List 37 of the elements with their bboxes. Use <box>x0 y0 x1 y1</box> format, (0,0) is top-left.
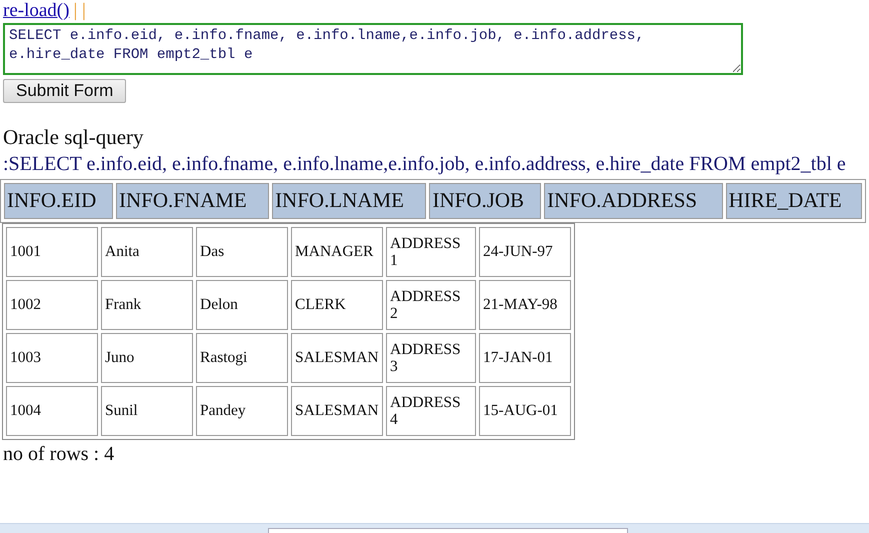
column-header: INFO.JOB <box>429 183 542 219</box>
table-cell: 15-AUG-01 <box>479 386 571 436</box>
column-header: INFO.ADDRESS <box>544 183 723 219</box>
column-header: INFO.LNAME <box>272 183 426 219</box>
table-cell: 1004 <box>6 386 98 436</box>
table-cell: SALESMAN <box>291 332 383 383</box>
table-cell: Delon <box>196 280 288 330</box>
column-header: INFO.FNAME <box>116 183 270 219</box>
table-cell: 17-JAN-01 <box>479 332 571 383</box>
table-cell: ADDRESS 1 <box>386 226 476 277</box>
reload-link[interactable]: re-load() <box>3 0 70 21</box>
table-cell: Sunil <box>101 386 193 436</box>
column-header: INFO.EID <box>4 183 113 219</box>
table-cell: ADDRESS 3 <box>386 332 476 383</box>
query-box[interactable]: SELECT e.info.eid, e.info.fname, e.info.lname,e.info.job, e.info.address, e.hire_date FROM empt2_tbl e <box>3 22 743 75</box>
table-cell: 1002 <box>6 280 98 330</box>
separator-text: | | <box>73 0 86 21</box>
table-cell: Frank <box>101 280 193 330</box>
table-cell: Pandey <box>196 386 288 436</box>
table-cell: Anita <box>101 226 193 277</box>
table-cell: 1003 <box>6 332 98 383</box>
row-count: no of rows : 4 <box>3 442 116 466</box>
table-cell: 21-MAY-98 <box>479 280 571 330</box>
table-cell: MANAGER <box>291 226 383 277</box>
table-cell: ADDRESS 2 <box>386 280 476 330</box>
result-title: Oracle sql-query <box>3 125 145 150</box>
table-cell: ADDRESS 4 <box>386 386 476 436</box>
table-cell: 24-JUN-97 <box>479 226 571 277</box>
query-text: :SELECT e.info.eid, e.info.fname, e.info.lname,e.info.job, e.info.address, e.hire_date FROM empt2_tbl e <box>3 152 847 178</box>
table-cell: Juno <box>101 332 193 383</box>
table-cell: CLERK <box>291 280 383 330</box>
table-cell: Das <box>196 226 288 277</box>
table-cell: 1001 <box>6 226 98 277</box>
submit-button[interactable]: Submit Form <box>3 78 126 104</box>
table-cell: SALESMAN <box>291 386 383 436</box>
table-cell: Rastogi <box>196 332 288 383</box>
column-header: HIRE_DATE <box>726 183 862 219</box>
